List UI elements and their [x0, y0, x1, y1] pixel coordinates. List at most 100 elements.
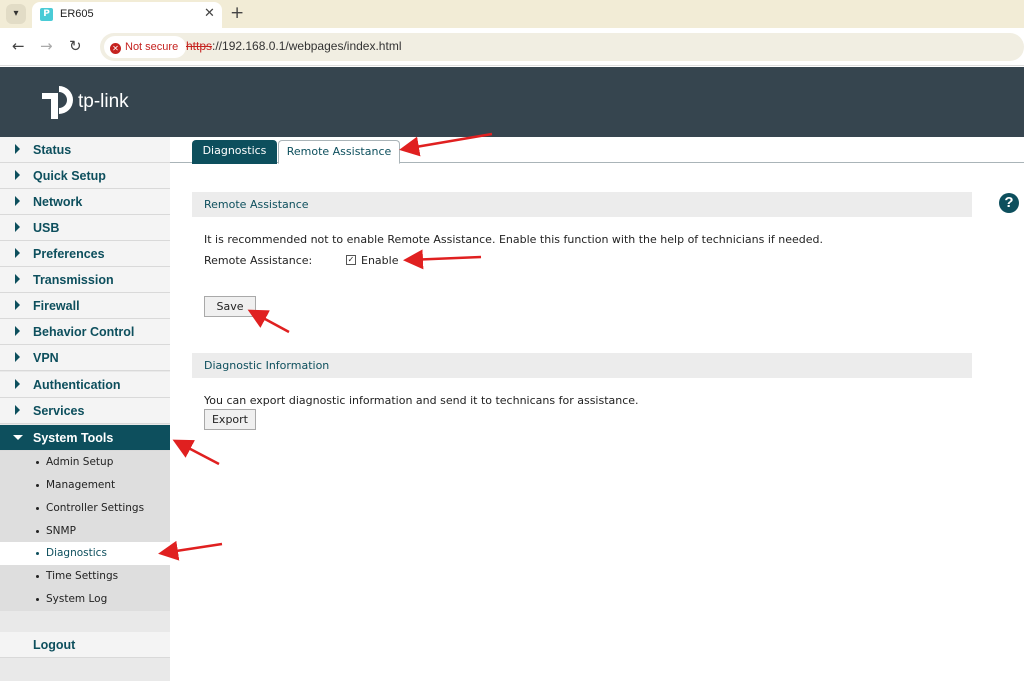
browser-address-bar: ← → ↻ ✕ Not secure https://192.168.0.1/we… — [0, 28, 1024, 66]
caret-right-icon — [15, 222, 20, 232]
sidebar-subitem-label: SNMP — [46, 525, 76, 537]
remote-assistance-enable-checkbox[interactable]: ✓ — [346, 255, 356, 265]
annotation-arrow-enable — [403, 249, 482, 270]
bullet-icon — [36, 461, 39, 464]
sidebar-item-label: Preferences — [33, 247, 105, 261]
sidebar-item-label: USB — [33, 221, 60, 235]
sidebar-item-label: Authentication — [33, 378, 121, 392]
sidebar-item-usb[interactable]: USB — [0, 215, 170, 241]
logout-label: Logout — [33, 638, 76, 652]
sidebar-menu: Status Quick Setup Network USB Preferenc… — [0, 137, 170, 681]
sidebar-subitem-label: Controller Settings — [46, 502, 145, 514]
caret-right-icon — [15, 274, 20, 284]
browser-tab-bar: ▾ P ER605 ✕ + — [0, 0, 1024, 28]
bullet-icon — [36, 530, 39, 533]
caret-right-icon — [15, 326, 20, 336]
help-icon[interactable]: ? — [999, 193, 1019, 213]
sidebar-subitem-label: Admin Setup — [46, 456, 114, 468]
sidebar-subitem-label: Diagnostics — [46, 547, 107, 559]
sidebar-item-label: Transmission — [33, 273, 114, 287]
caret-right-icon — [15, 144, 20, 154]
bullet-icon — [36, 575, 39, 578]
bullet-icon — [36, 598, 39, 601]
bullet-icon — [36, 507, 39, 510]
caret-down-icon — [13, 435, 23, 440]
caret-right-icon — [15, 170, 20, 180]
sidebar-item-label: Quick Setup — [33, 169, 106, 183]
sidebar-item-label: Behavior Control — [33, 325, 135, 339]
section-title: Diagnostic Information — [204, 359, 330, 372]
sidebar-item-label: Services — [33, 404, 85, 418]
remote-assistance-note: It is recommended not to enable Remote A… — [204, 233, 823, 246]
caret-right-icon — [15, 248, 20, 258]
sidebar-subitem-controller-settings[interactable]: Controller Settings — [0, 497, 170, 520]
sidebar-item-authentication[interactable]: Authentication — [0, 372, 170, 398]
url-field[interactable]: ✕ Not secure https://192.168.0.1/webpages… — [100, 33, 1024, 61]
annotation-arrow-save — [247, 309, 290, 334]
sidebar-item-firewall[interactable]: Firewall — [0, 293, 170, 319]
caret-right-icon — [15, 352, 20, 362]
back-arrow-icon[interactable]: ← — [12, 37, 25, 55]
bullet-icon — [36, 552, 39, 555]
sidebar-item-label: Network — [33, 195, 83, 209]
browser-tab[interactable]: P ER605 ✕ — [32, 2, 222, 28]
new-tab-button[interactable]: + — [230, 3, 244, 23]
sidebar-item-network[interactable]: Network — [0, 189, 170, 215]
sidebar-subitem-label: Management — [46, 479, 116, 491]
forward-arrow-icon[interactable]: → — [40, 37, 53, 55]
annotation-arrow-system-tools — [172, 439, 220, 466]
logo-wordmark: tp-link — [78, 91, 129, 112]
content-tab-bar: Diagnostics Remote Assistance — [170, 137, 1024, 164]
not-secure-label: Not secure — [125, 41, 179, 53]
sidebar-subitem-system-log[interactable]: System Log — [0, 588, 170, 611]
caret-right-icon — [15, 405, 20, 415]
tp-link-favicon-icon: P — [40, 8, 53, 21]
sidebar-item-behavior-control[interactable]: Behavior Control — [0, 319, 170, 345]
sidebar-item-vpn[interactable]: VPN — [0, 345, 170, 371]
tab-diagnostics[interactable]: Diagnostics — [192, 140, 277, 164]
sidebar-subitem-time-settings[interactable]: Time Settings — [0, 565, 170, 588]
sidebar-item-quick-setup[interactable]: Quick Setup — [0, 163, 170, 189]
remote-assistance-field-label: Remote Assistance: — [204, 254, 313, 267]
sidebar-item-label: VPN — [33, 351, 59, 365]
remote-assistance-section-header: Remote Assistance — [192, 192, 972, 217]
save-button[interactable]: Save — [204, 296, 256, 317]
sidebar-subitem-management[interactable]: Management — [0, 474, 170, 497]
caret-right-icon — [15, 196, 20, 206]
url-text[interactable]: https://192.168.0.1/webpages/index.html — [186, 39, 401, 53]
logout-button[interactable]: Logout — [0, 632, 170, 658]
tab-remote-assistance[interactable]: Remote Assistance — [278, 140, 400, 164]
caret-right-icon — [15, 300, 20, 310]
sidebar-item-status[interactable]: Status — [0, 137, 170, 163]
sidebar-item-services[interactable]: Services — [0, 398, 170, 424]
diagnostic-info-note: You can export diagnostic information an… — [204, 394, 639, 407]
not-secure-badge[interactable]: ✕ Not secure — [104, 36, 187, 58]
enable-checkbox-label[interactable]: Enable — [361, 254, 398, 267]
sidebar-subitem-label: System Log — [46, 593, 108, 605]
sidebar-item-label: Firewall — [33, 299, 80, 313]
sidebar-subitem-snmp[interactable]: SNMP — [0, 520, 170, 543]
sidebar-item-label: System Tools — [33, 431, 114, 445]
tp-link-logo-icon — [42, 86, 73, 119]
sidebar-subitem-admin-setup[interactable]: Admin Setup — [0, 451, 170, 474]
tab-search-dropdown-icon[interactable]: ▾ — [6, 4, 26, 24]
sidebar-item-label: Status — [33, 143, 72, 157]
caret-right-icon — [15, 379, 20, 389]
diagnostic-info-section-header: Diagnostic Information — [192, 353, 972, 378]
section-title: Remote Assistance — [204, 198, 309, 211]
router-header: tp-link — [0, 67, 1024, 137]
annotation-arrow-diagnostics — [158, 540, 223, 561]
url-scheme: https — [186, 39, 213, 53]
tab-close-icon[interactable]: ✕ — [204, 6, 215, 21]
reload-icon[interactable]: ↻ — [69, 37, 82, 55]
sidebar-item-preferences[interactable]: Preferences — [0, 241, 170, 267]
sidebar-item-transmission[interactable]: Transmission — [0, 267, 170, 293]
bullet-icon — [36, 484, 39, 487]
url-path: ://192.168.0.1/webpages/index.html — [212, 39, 402, 53]
warning-icon: ✕ — [110, 43, 121, 54]
sidebar-subitem-label: Time Settings — [46, 570, 119, 582]
sidebar-subitem-diagnostics[interactable]: Diagnostics — [0, 542, 170, 565]
tab-title: ER605 — [60, 8, 94, 20]
sidebar-item-system-tools[interactable]: System Tools — [0, 425, 170, 451]
export-button[interactable]: Export — [204, 409, 256, 430]
